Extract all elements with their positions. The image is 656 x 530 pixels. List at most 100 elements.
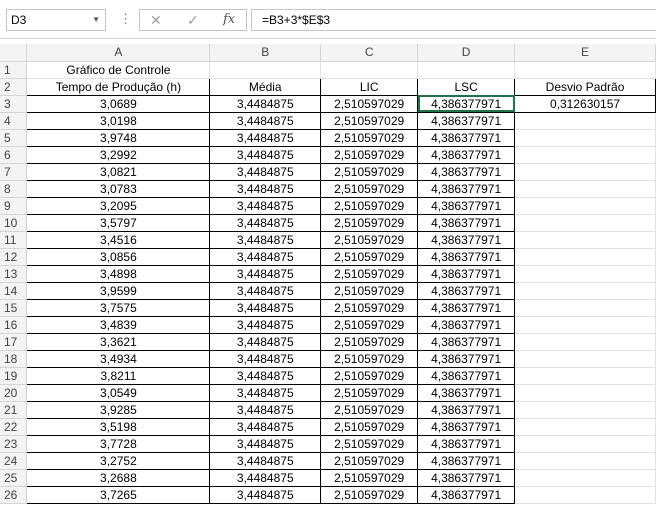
media-cell[interactable]: 3,4484875	[209, 485, 322, 504]
insert-function-icon[interactable]: fx	[223, 12, 235, 27]
tempo-cell[interactable]: 3,0783	[26, 179, 211, 198]
media-cell[interactable]: 3,4484875	[209, 247, 322, 266]
header-tempo[interactable]: Tempo de Produção (h)	[26, 77, 211, 96]
row-header[interactable]: 17	[0, 333, 28, 351]
lic-cell[interactable]: 2,510597029	[320, 128, 419, 147]
media-cell[interactable]: 3,4484875	[209, 196, 322, 215]
lic-cell[interactable]: 2,510597029	[320, 247, 419, 266]
lic-cell[interactable]: 2,510597029	[320, 485, 419, 504]
cancel-icon[interactable]: ✕	[150, 12, 162, 29]
lsc-cell[interactable]: 4,386377971	[417, 383, 516, 402]
lsc-cell[interactable]: 4,386377971	[417, 485, 516, 504]
lic-cell[interactable]: 2,510597029	[320, 179, 419, 198]
cell[interactable]	[514, 197, 656, 215]
media-cell[interactable]: 3,4484875	[209, 434, 322, 453]
lic-cell[interactable]: 2,510597029	[320, 451, 419, 470]
lsc-cell[interactable]: 4,386377971	[417, 230, 516, 249]
media-cell[interactable]: 3,4484875	[209, 383, 322, 402]
cell[interactable]	[514, 146, 656, 164]
row-header[interactable]: 20	[0, 384, 28, 402]
lsc-cell[interactable]: 4,386377971	[417, 128, 516, 147]
cell[interactable]	[514, 333, 656, 351]
column-header-e[interactable]: E	[514, 44, 656, 62]
media-cell[interactable]: 3,4484875	[209, 451, 322, 470]
row-header[interactable]: 2	[0, 78, 28, 96]
tempo-cell[interactable]: 3,3621	[26, 332, 211, 351]
cell[interactable]	[514, 469, 656, 487]
row-header[interactable]: 6	[0, 146, 28, 164]
tempo-cell[interactable]: 3,4516	[26, 230, 211, 249]
lic-cell[interactable]: 2,510597029	[320, 383, 419, 402]
media-cell[interactable]: 3,4484875	[209, 94, 322, 113]
media-cell[interactable]: 3,4484875	[209, 111, 322, 130]
media-cell[interactable]: 3,4484875	[209, 213, 322, 232]
select-all-corner[interactable]	[0, 44, 28, 62]
tempo-cell[interactable]: 3,0856	[26, 247, 211, 266]
row-header[interactable]: 24	[0, 452, 28, 470]
lic-cell[interactable]: 2,510597029	[320, 94, 419, 113]
row-header[interactable]: 21	[0, 401, 28, 419]
tempo-cell[interactable]: 3,2095	[26, 196, 211, 215]
row-header[interactable]: 4	[0, 112, 28, 130]
lsc-cell[interactable]: 4,386377971	[417, 298, 516, 317]
lsc-cell[interactable]: 4,386377971	[417, 213, 516, 232]
lsc-cell[interactable]: 4,386377971	[417, 366, 516, 385]
cell[interactable]	[514, 248, 656, 266]
lsc-cell[interactable]: 4,386377971	[417, 434, 516, 453]
cell[interactable]	[514, 129, 656, 147]
cell[interactable]	[514, 180, 656, 198]
tempo-cell[interactable]: 3,5198	[26, 417, 211, 436]
media-cell[interactable]: 3,4484875	[209, 128, 322, 147]
lsc-cell[interactable]: 4,386377971	[417, 264, 516, 283]
lic-cell[interactable]: 2,510597029	[320, 213, 419, 232]
tempo-cell[interactable]: 3,0689	[26, 94, 211, 113]
cell[interactable]	[514, 214, 656, 232]
lic-cell[interactable]: 2,510597029	[320, 332, 419, 351]
desvio-padrao-cell[interactable]: 0,312630157	[514, 94, 656, 113]
row-header[interactable]: 1	[0, 61, 28, 79]
cell[interactable]	[514, 61, 656, 79]
media-cell[interactable]: 3,4484875	[209, 145, 322, 164]
row-header[interactable]: 10	[0, 214, 28, 232]
lic-cell[interactable]: 2,510597029	[320, 196, 419, 215]
lsc-cell[interactable]: 4,386377971	[417, 468, 516, 487]
header-lic[interactable]: LIC	[320, 77, 419, 96]
header-media[interactable]: Média	[209, 77, 322, 96]
row-header[interactable]: 15	[0, 299, 28, 317]
tempo-cell[interactable]: 3,7728	[26, 434, 211, 453]
lsc-cell[interactable]: 4,386377971	[417, 451, 516, 470]
tempo-cell[interactable]: 3,0198	[26, 111, 211, 130]
lic-cell[interactable]: 2,510597029	[320, 281, 419, 300]
enter-icon[interactable]: ✓	[187, 12, 199, 29]
media-cell[interactable]: 3,4484875	[209, 298, 322, 317]
lsc-cell[interactable]: 4,386377971	[417, 247, 516, 266]
cell[interactable]	[514, 435, 656, 453]
lsc-cell[interactable]: 4,386377971	[417, 400, 516, 419]
column-header-c[interactable]: C	[320, 44, 419, 62]
lic-cell[interactable]: 2,510597029	[320, 349, 419, 368]
lsc-cell[interactable]: 4,386377971	[417, 332, 516, 351]
lic-cell[interactable]: 2,510597029	[320, 298, 419, 317]
media-cell[interactable]: 3,4484875	[209, 400, 322, 419]
lsc-cell[interactable]: 4,386377971	[417, 349, 516, 368]
lic-cell[interactable]: 2,510597029	[320, 162, 419, 181]
row-header[interactable]: 9	[0, 197, 28, 215]
lic-cell[interactable]: 2,510597029	[320, 111, 419, 130]
lic-cell[interactable]: 2,510597029	[320, 366, 419, 385]
cell[interactable]	[514, 299, 656, 317]
lic-cell[interactable]: 2,510597029	[320, 230, 419, 249]
cell[interactable]	[320, 61, 419, 79]
media-cell[interactable]: 3,4484875	[209, 366, 322, 385]
lsc-cell[interactable]: 4,386377971	[417, 196, 516, 215]
row-header[interactable]: 26	[0, 486, 28, 504]
media-cell[interactable]: 3,4484875	[209, 315, 322, 334]
column-header-b[interactable]: B	[209, 44, 322, 62]
lsc-cell[interactable]: 4,386377971	[417, 315, 516, 334]
row-header[interactable]: 25	[0, 469, 28, 487]
tempo-cell[interactable]: 3,2752	[26, 451, 211, 470]
tempo-cell[interactable]: 3,4898	[26, 264, 211, 283]
tempo-cell[interactable]: 3,4839	[26, 315, 211, 334]
lsc-cell[interactable]: 4,386377971	[417, 417, 516, 436]
lsc-cell[interactable]: 4,386377971	[417, 111, 516, 130]
cell[interactable]	[514, 112, 656, 130]
